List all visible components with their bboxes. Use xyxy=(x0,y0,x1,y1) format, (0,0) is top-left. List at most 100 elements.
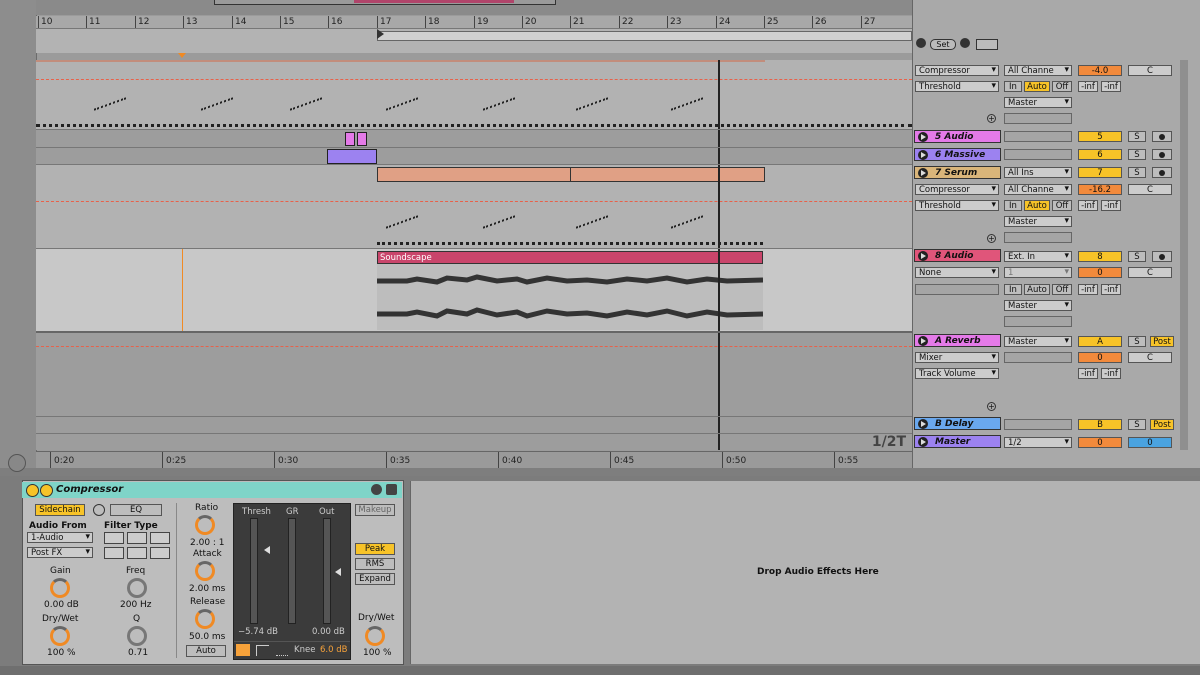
arm-button[interactable] xyxy=(1152,149,1172,160)
lane-track4[interactable] xyxy=(36,60,912,130)
device-save-icon[interactable] xyxy=(386,484,397,495)
clip-serum-1[interactable] xyxy=(377,167,572,182)
output-routing[interactable]: Master xyxy=(1004,97,1072,108)
lane-7-serum[interactable] xyxy=(36,165,912,249)
parameter-chooser[interactable]: Threshold xyxy=(915,200,999,211)
volume[interactable]: -4.0 xyxy=(1078,65,1122,76)
track-activator[interactable]: 7 xyxy=(1078,167,1122,178)
track-name-a-reverb[interactable]: A Reverb xyxy=(914,334,1001,347)
highshelf-icon[interactable] xyxy=(150,547,170,559)
next-locator-icon[interactable] xyxy=(960,38,970,48)
attack-knob[interactable] xyxy=(195,561,215,581)
sidechain-button[interactable]: Sidechain xyxy=(35,504,85,516)
fold-icon[interactable] xyxy=(918,150,928,160)
headphone-icon[interactable] xyxy=(93,504,105,516)
solo-button[interactable]: S xyxy=(1128,419,1146,430)
solo-button[interactable]: S xyxy=(1128,131,1146,142)
activity-icon[interactable] xyxy=(276,645,288,656)
parameter-chooser[interactable]: Threshold xyxy=(915,81,999,92)
solo-button[interactable]: S xyxy=(1128,167,1146,178)
volume[interactable]: -16.2 xyxy=(1078,184,1122,195)
monitor-off[interactable]: Off xyxy=(1052,200,1072,211)
device-chooser[interactable]: Compressor xyxy=(915,65,999,76)
track-name-5-audio[interactable]: 5 Audio xyxy=(914,130,1001,143)
input-type[interactable]: All Ins xyxy=(1004,167,1072,178)
device-chooser[interactable]: None xyxy=(915,267,999,278)
fold-icon[interactable] xyxy=(918,132,928,142)
add-lane-icon[interactable]: + xyxy=(987,234,996,243)
drywet-knob[interactable] xyxy=(365,626,385,646)
track-name-b-delay[interactable]: B Delay xyxy=(914,417,1001,430)
pan[interactable]: C xyxy=(1128,267,1172,278)
overview-strip[interactable] xyxy=(36,0,912,15)
send-a[interactable]: -inf xyxy=(1078,284,1098,295)
device-power-icon[interactable] xyxy=(26,484,39,497)
monitor-off[interactable]: Off xyxy=(1052,81,1072,92)
audio-from-select[interactable]: 1-Audio xyxy=(27,532,93,543)
knee-value[interactable]: 6.0 dB xyxy=(320,645,347,655)
input-channel[interactable]: 1 xyxy=(1004,267,1072,278)
thresh-meter[interactable] xyxy=(250,518,258,624)
clip-massive[interactable] xyxy=(327,149,377,164)
rms-button[interactable]: RMS xyxy=(355,558,395,570)
track-activator[interactable]: 8 xyxy=(1078,251,1122,262)
parameter-chooser[interactable] xyxy=(915,284,999,295)
auto-release-button[interactable]: Auto xyxy=(186,645,226,657)
send-b[interactable]: -inf xyxy=(1101,368,1121,379)
output-routing[interactable]: Master xyxy=(1004,300,1072,311)
lane-master[interactable]: 1/2T xyxy=(36,434,912,450)
track-name-8-audio[interactable]: 8 Audio xyxy=(914,249,1001,262)
send-b[interactable]: -inf xyxy=(1101,200,1121,211)
add-lane-icon[interactable]: + xyxy=(987,114,996,123)
pan[interactable]: C xyxy=(1128,65,1172,76)
lowpass-icon[interactable] xyxy=(104,532,124,544)
audio-from-position[interactable]: Post FX xyxy=(27,547,93,558)
peak-button[interactable]: Peak xyxy=(355,543,395,555)
send-a[interactable]: -inf xyxy=(1078,368,1098,379)
output-sub[interactable] xyxy=(1004,232,1072,243)
beat-ruler[interactable]: 10 11 12 13 14 15 16 17 18 19 20 21 22 2… xyxy=(36,16,912,29)
lock-icon[interactable] xyxy=(976,39,998,50)
highpass-icon[interactable] xyxy=(150,532,170,544)
output-routing[interactable]: Master xyxy=(1004,336,1072,347)
time-ruler[interactable]: 0:20 0:25 0:30 0:35 0:40 0:45 0:50 0:55 xyxy=(36,451,912,468)
solo-button[interactable]: S xyxy=(1128,251,1146,262)
device-chooser[interactable]: Compressor xyxy=(915,184,999,195)
send-b[interactable]: -inf xyxy=(1101,81,1121,92)
track-activator[interactable]: B xyxy=(1078,419,1122,430)
send-a[interactable]: -inf xyxy=(1078,200,1098,211)
input-channel[interactable]: All Channe xyxy=(1004,184,1072,195)
thresh-slider-icon[interactable] xyxy=(264,546,270,554)
expand-button[interactable]: Expand xyxy=(355,573,395,585)
q-knob[interactable] xyxy=(127,626,147,646)
fold-icon[interactable] xyxy=(918,251,928,261)
ratio-knob[interactable] xyxy=(195,515,215,535)
fold-icon[interactable] xyxy=(918,336,928,346)
cue-volume[interactable]: 0 xyxy=(1128,437,1172,448)
fold-icon[interactable] xyxy=(918,437,928,447)
device-play-icon[interactable] xyxy=(40,484,53,497)
monitor-auto[interactable]: Auto xyxy=(1024,81,1050,92)
lane-6-massive[interactable] xyxy=(36,148,912,165)
peak-filter-icon[interactable] xyxy=(127,547,147,559)
monitor-off[interactable]: Off xyxy=(1052,284,1072,295)
gain-knob[interactable] xyxy=(50,578,70,598)
wave-toggle-icon[interactable] xyxy=(8,454,26,472)
makeup-button[interactable]: Makeup xyxy=(355,504,395,516)
master-volume[interactable]: 0 xyxy=(1078,437,1122,448)
output-sub[interactable] xyxy=(1004,316,1072,327)
lane-5-audio[interactable] xyxy=(36,130,912,148)
solo-button[interactable]: S xyxy=(1128,149,1146,160)
post-button[interactable]: Post xyxy=(1150,336,1174,347)
arm-button[interactable] xyxy=(1152,251,1172,262)
device-hotswap-icon[interactable] xyxy=(371,484,382,495)
monitor-auto[interactable]: Auto xyxy=(1024,284,1050,295)
monitor-auto[interactable]: Auto xyxy=(1024,200,1050,211)
locator-bar[interactable] xyxy=(36,29,912,58)
device-chooser[interactable]: Mixer xyxy=(915,352,999,363)
freq-knob[interactable] xyxy=(127,578,147,598)
pan[interactable]: C xyxy=(1128,184,1172,195)
post-button[interactable]: Post xyxy=(1150,419,1174,430)
track-activator[interactable]: 6 xyxy=(1078,149,1122,160)
loop-brace[interactable] xyxy=(377,31,912,41)
